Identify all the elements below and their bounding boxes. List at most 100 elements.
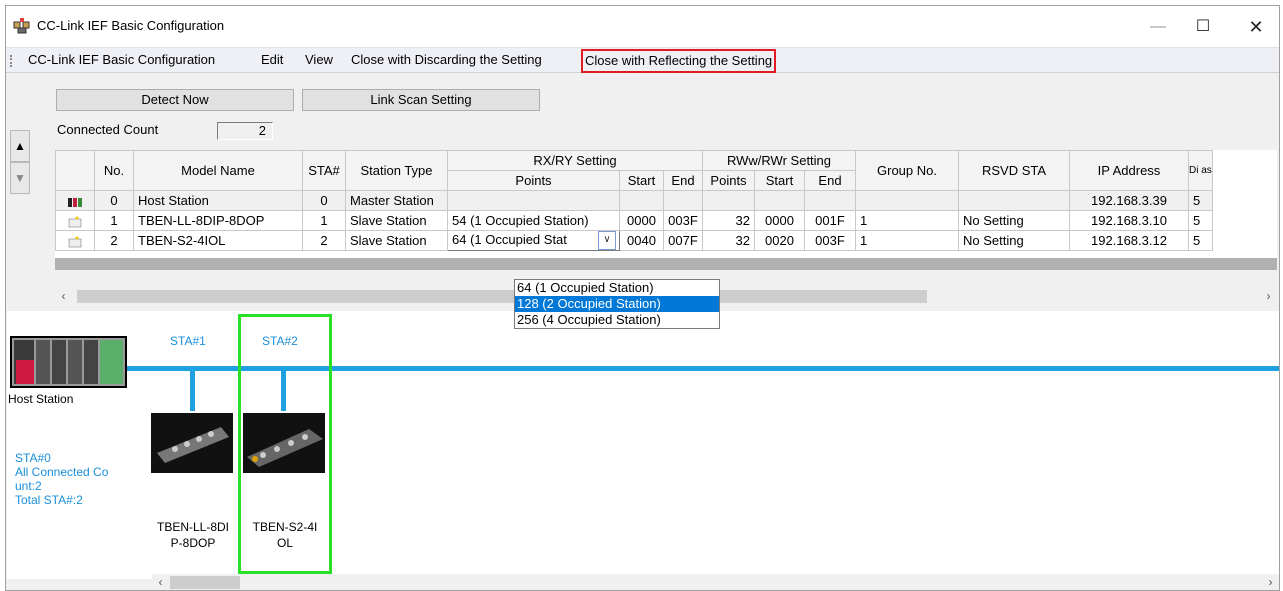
move-down-button[interactable]: ▼ — [10, 162, 30, 194]
dropdown-option[interactable]: 64 (1 Occupied Station) — [515, 280, 719, 296]
menu-cc-link[interactable]: CC-Link IEF Basic Configuration — [28, 48, 215, 72]
menu-close-reflect[interactable]: Close with Reflecting the Setting — [581, 49, 777, 73]
cell-rw-points: 32 — [702, 230, 755, 251]
cell-rsvd[interactable]: No Setting — [958, 210, 1070, 231]
scroll-left-icon[interactable]: ‹ — [152, 574, 169, 590]
diagram-scroll-thumb[interactable] — [170, 576, 240, 589]
plc-icon — [12, 338, 125, 386]
cell-rsvd — [958, 190, 1070, 211]
cell-ip[interactable]: 192.168.3.12 — [1069, 230, 1189, 251]
cell-rw-points — [702, 190, 755, 211]
cell-rx-end: 007F — [663, 230, 703, 251]
connected-count-label: Connected Count — [57, 122, 159, 137]
app-icon — [13, 18, 30, 34]
cell-model[interactable]: TBEN-LL-8DIP-8DOP — [133, 210, 303, 231]
cell-extra: 5 — [1188, 210, 1213, 231]
menu-close-discard[interactable]: Close with Discarding the Setting — [351, 48, 542, 72]
network-diagram: Host Station STA#1 STA#2 TBEN-LL-8DI P-8… — [7, 311, 1279, 579]
cell-rw-start — [754, 190, 805, 211]
host-station-label: Host Station — [8, 392, 74, 406]
cell-no: 1 — [94, 210, 134, 231]
cell-rx-start: 0000 — [619, 210, 664, 231]
table-scroll-thumb[interactable] — [77, 290, 927, 303]
cell-ip[interactable]: 192.168.3.10 — [1069, 210, 1189, 231]
cell-rw-end — [804, 190, 856, 211]
minimize-button[interactable]: — — [1136, 12, 1180, 42]
cell-no: 0 — [94, 190, 134, 211]
cell-rsvd[interactable]: No Setting — [958, 230, 1070, 251]
cell-rx-end: 003F — [663, 210, 703, 231]
points-dropdown-list[interactable]: 64 (1 Occupied Station) 128 (2 Occupied … — [514, 279, 720, 329]
chevron-down-icon[interactable]: ∨ — [598, 231, 616, 250]
station-table: No. Model Name STA# Station Type RX/RY S… — [55, 150, 1277, 270]
header-station-type: Station Type — [345, 150, 448, 191]
cell-model[interactable]: TBEN-S2-4IOL — [133, 230, 303, 251]
header-rww: RWw/RWr Setting — [702, 150, 856, 171]
cell-group — [855, 190, 959, 211]
detect-now-button[interactable]: Detect Now — [56, 89, 294, 111]
cell-sta: 2 — [302, 230, 346, 251]
connected-count-field: 2 — [217, 122, 273, 140]
cell-rw-start: 0020 — [754, 230, 805, 251]
header-rsvd: RSVD STA — [958, 150, 1070, 191]
header-rx-start: Start — [619, 170, 664, 191]
cell-extra: 5 — [1188, 190, 1213, 211]
window-title: CC-Link IEF Basic Configuration — [37, 18, 225, 33]
sta1-label: STA#1 — [170, 334, 206, 348]
menu-bar: CC-Link IEF Basic Configuration Edit Vie… — [6, 47, 1279, 73]
config-window: CC-Link IEF Basic Configuration — ☐ ✕ CC… — [5, 5, 1280, 591]
cell-model: Host Station — [133, 190, 303, 211]
cell-rx-points[interactable]: 54 (1 Occupied Station) — [447, 210, 620, 231]
summary-line: Total STA#:2 — [15, 493, 83, 507]
table-row[interactable]: 1 TBEN-LL-8DIP-8DOP 1 Slave Station 54 (… — [55, 210, 1213, 231]
cell-group[interactable]: 1 — [855, 230, 959, 251]
points-select-value: 64 (1 Occupied Stat — [452, 231, 567, 247]
scroll-right-icon[interactable]: › — [1262, 574, 1279, 590]
cell-rw-end: 003F — [804, 230, 856, 251]
header-rx-end: End — [663, 170, 703, 191]
cell-type: Slave Station — [345, 230, 448, 251]
menu-view[interactable]: View — [305, 48, 333, 72]
cell-rx-start: 0040 — [619, 230, 664, 251]
maximize-button[interactable]: ☐ — [1181, 12, 1225, 42]
device-sta1-name: TBEN-LL-8DI P-8DOP — [151, 519, 235, 551]
link-scan-setting-button[interactable]: Link Scan Setting — [302, 89, 540, 111]
table-row[interactable]: 0 Host Station 0 Master Station 192.168.… — [55, 190, 1213, 211]
table-row[interactable]: 2 TBEN-S2-4IOL 2 Slave Station 64 (1 Occ… — [55, 230, 1213, 251]
cell-group[interactable]: 1 — [855, 210, 959, 231]
points-select[interactable]: 64 (1 Occupied Stat ∨ — [447, 230, 620, 251]
header-ip: IP Address — [1069, 150, 1189, 191]
device-sta1-image[interactable] — [151, 413, 233, 473]
header-rx-points: Points — [447, 170, 620, 191]
dropdown-option[interactable]: 256 (4 Occupied Station) — [515, 312, 719, 328]
diagram-scrollbar[interactable]: ‹ › — [152, 574, 1279, 590]
cell-rw-start: 0000 — [754, 210, 805, 231]
header-rw-end: End — [804, 170, 856, 191]
cell-rx-start — [619, 190, 664, 211]
network-summary: STA#0 All Connected Co unt:2 Total STA#:… — [15, 451, 108, 507]
scroll-left-icon[interactable]: ‹ — [55, 288, 72, 305]
header-rw-points: Points — [702, 170, 755, 191]
header-extra: Di as — [1188, 150, 1213, 191]
selected-station-frame — [238, 314, 332, 574]
device-sta1-name-line: P-8DOP — [170, 536, 216, 550]
title-bar: CC-Link IEF Basic Configuration — ☐ ✕ — [6, 6, 1279, 47]
move-up-button[interactable]: ▲ — [10, 130, 30, 162]
header-model-name: Model Name — [133, 150, 303, 191]
slave-icon — [55, 230, 95, 251]
header-rxry: RX/RY Setting — [447, 150, 703, 171]
cell-type: Slave Station — [345, 210, 448, 231]
header-icon — [55, 150, 95, 191]
cell-type: Master Station — [345, 190, 448, 211]
slave-icon — [55, 210, 95, 231]
close-button[interactable]: ✕ — [1234, 12, 1278, 42]
cell-rx-end — [663, 190, 703, 211]
cell-no: 2 — [94, 230, 134, 251]
dropdown-option-selected[interactable]: 128 (2 Occupied Station) — [515, 296, 719, 312]
host-station-image[interactable] — [10, 336, 127, 388]
cell-rw-end: 001F — [804, 210, 856, 231]
header-group: Group No. — [855, 150, 959, 191]
header-rw-start: Start — [754, 170, 805, 191]
scroll-right-icon[interactable]: › — [1260, 288, 1277, 305]
menu-edit[interactable]: Edit — [261, 48, 283, 72]
